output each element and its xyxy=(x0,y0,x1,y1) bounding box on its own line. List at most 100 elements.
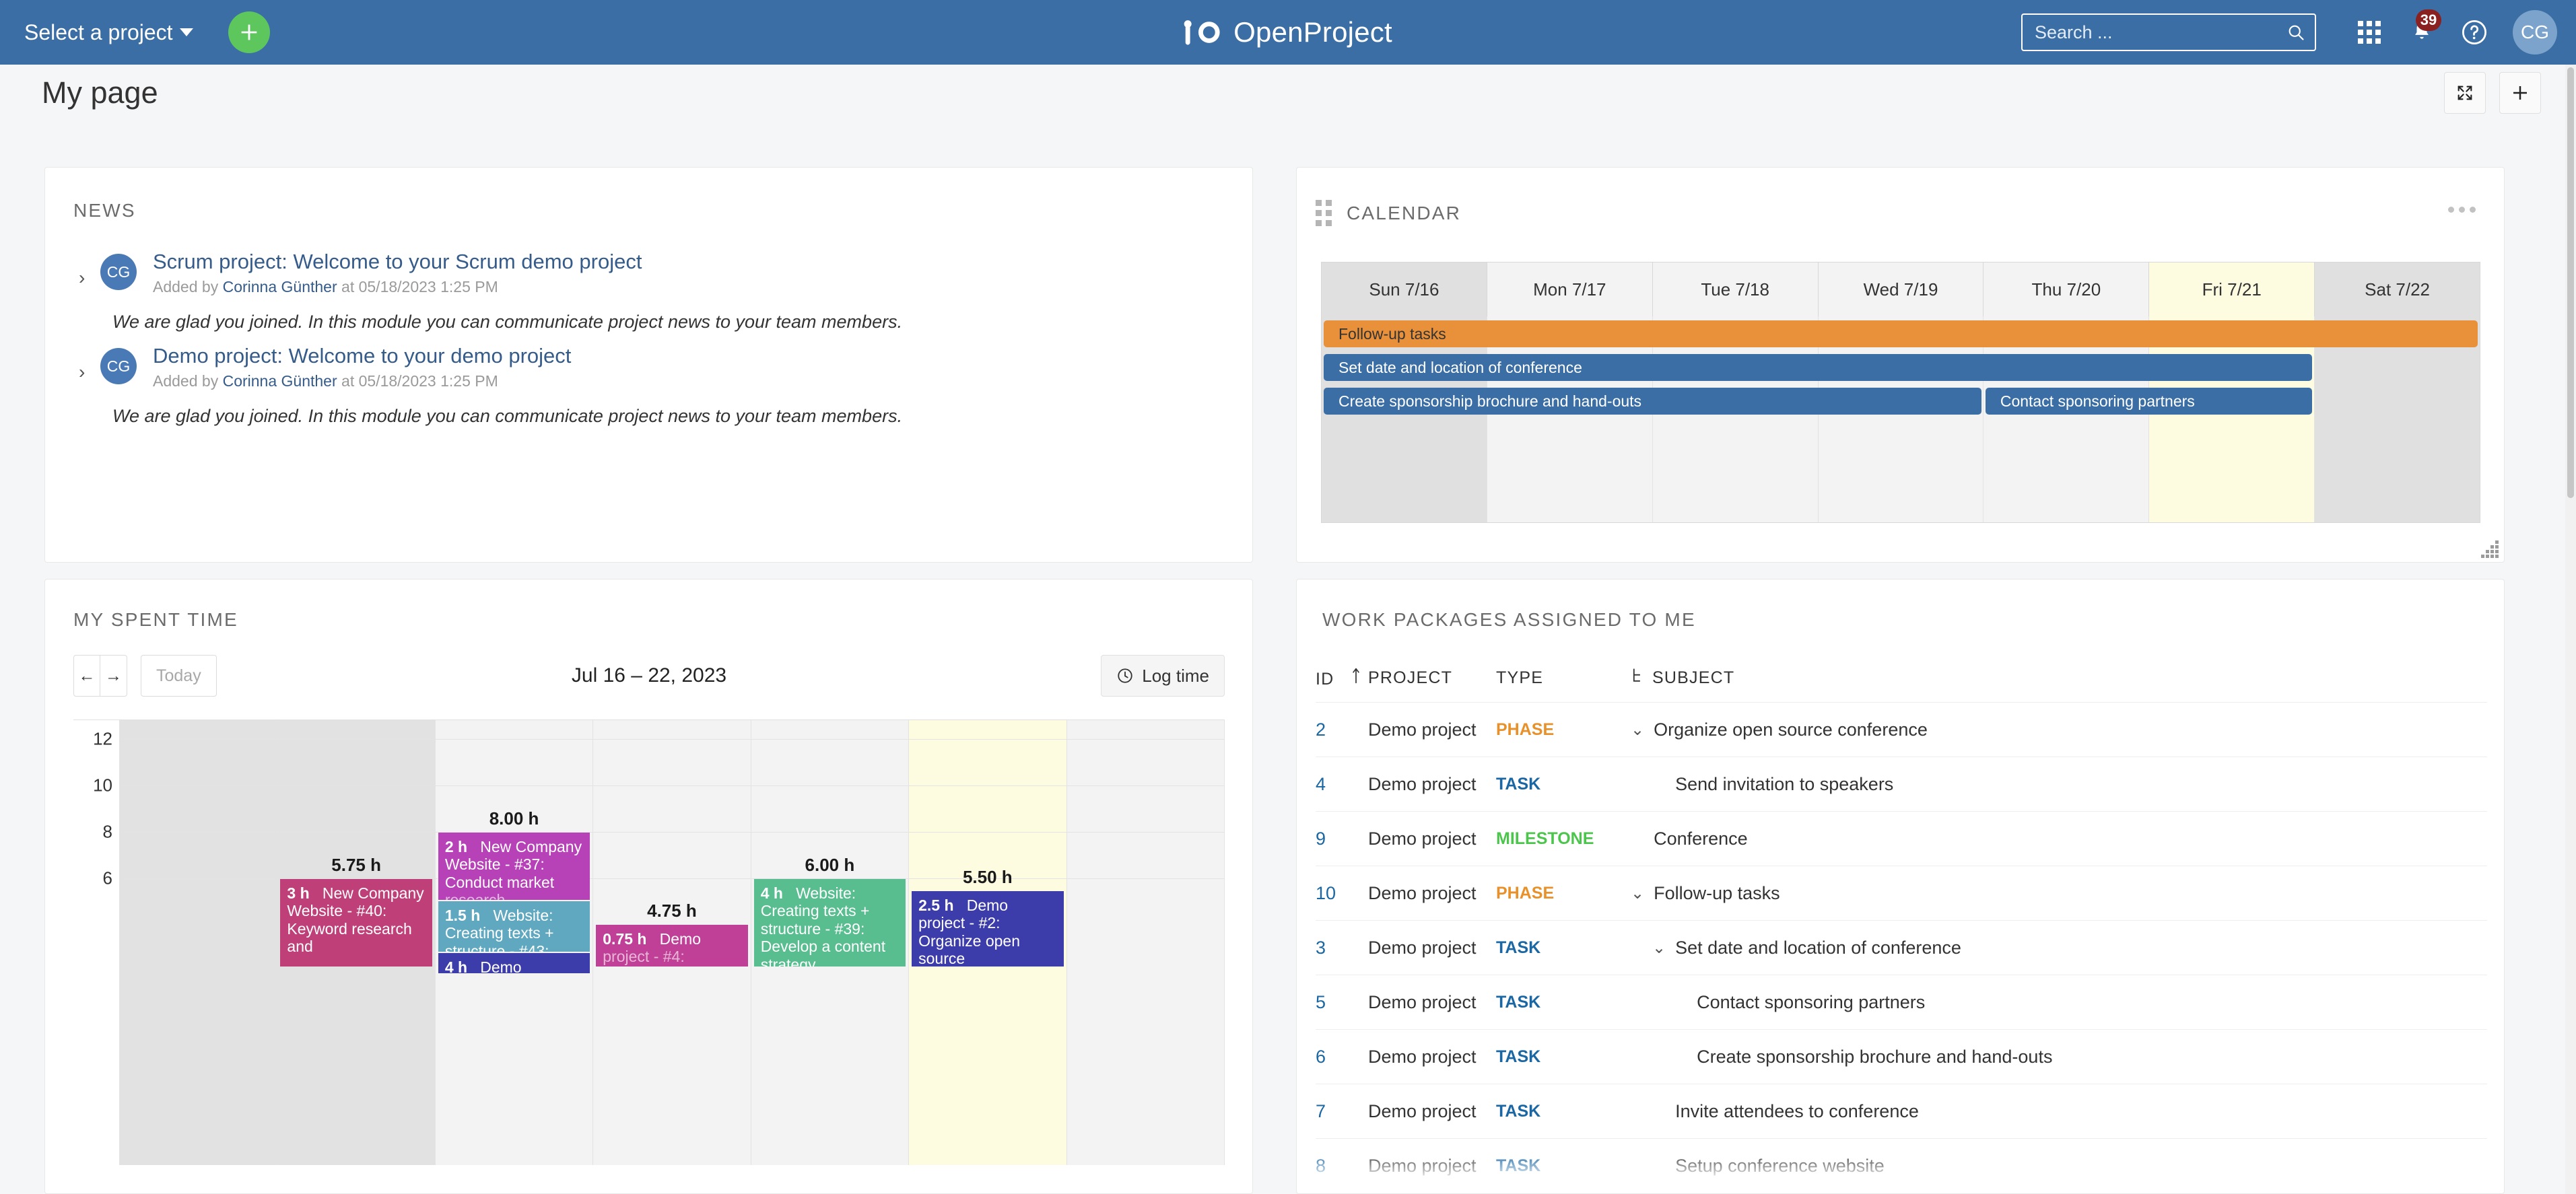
help-button[interactable] xyxy=(2448,0,2501,65)
modules-button[interactable] xyxy=(2343,0,2396,65)
cell-project: Demo project xyxy=(1368,991,1477,1012)
spent-time-day-column[interactable] xyxy=(1066,720,1225,1165)
log-time-button[interactable]: Log time xyxy=(1101,655,1225,697)
time-entry-subject: Demo xyxy=(480,958,522,973)
spent-time-day-column[interactable]: 5.75 h 3 h New Company Website - #40: Key… xyxy=(277,720,436,1165)
table-row[interactable]: 9 Demo project MILESTONE ⌄Conference xyxy=(1316,811,2487,866)
grid-line xyxy=(435,785,593,786)
cell-id: 4 xyxy=(1316,774,1368,795)
work-package-id-link[interactable]: 4 xyxy=(1316,774,1326,794)
time-entry[interactable]: 2.5 h Demo project - #2: Organize open s… xyxy=(912,891,1064,967)
spent-time-day-column[interactable] xyxy=(120,720,278,1165)
work-package-subject[interactable]: Set date and location of conference xyxy=(1675,938,1961,958)
column-header-subject[interactable]: SUBJECT xyxy=(1631,667,2487,689)
calendar-widget-title: CALENDAR xyxy=(1347,202,1462,223)
news-item-meta: Added by Corinna Günther at 05/18/2023 1… xyxy=(153,372,498,390)
time-entry[interactable]: 4 h Demo xyxy=(438,953,590,973)
grid-line xyxy=(593,878,751,879)
today-button[interactable]: Today xyxy=(141,655,217,697)
spent-time-day-column[interactable]: 4.75 h 0.75 h Demo project - #4: xyxy=(593,720,751,1165)
widget-resize-handle[interactable] xyxy=(2481,540,2499,558)
news-author-link[interactable]: Corinna Günther xyxy=(223,372,337,390)
news-author-link[interactable]: Corinna Günther xyxy=(223,278,337,295)
expand-chevron-icon[interactable]: › xyxy=(79,361,85,383)
time-entry[interactable]: 3 h New Company Website - #40: Keyword r… xyxy=(280,879,432,967)
table-row[interactable]: 6 Demo project TASK ⌄Create sponsorship bro… xyxy=(1316,1029,2487,1084)
calendar-widget: CALENDAR Sun 7/16 Mon 7/17 Tue 7/18 Wed 7/1… xyxy=(1296,167,2505,563)
top-navigation-bar: Select a project OpenProject Search ... … xyxy=(0,0,2576,65)
add-widget-button[interactable] xyxy=(2499,72,2541,114)
page-scrollbar[interactable] xyxy=(2565,65,2576,1194)
cell-type: TASK xyxy=(1496,1047,1541,1066)
work-package-subject[interactable]: Invite attendees to conference xyxy=(1675,1101,1919,1122)
collapse-chevron-icon[interactable]: ⌄ xyxy=(1652,938,1666,958)
table-row[interactable]: 3 Demo project TASK ⌄ Set date and location … xyxy=(1316,920,2487,975)
work-package-id-link[interactable]: 6 xyxy=(1316,1047,1326,1067)
work-package-subject[interactable]: Setup conference website xyxy=(1675,1156,1885,1177)
cell-id: 10 xyxy=(1316,883,1368,904)
cell-id: 9 xyxy=(1316,829,1368,849)
time-entry[interactable]: 1.5 h Website: Creating texts + structur… xyxy=(438,901,590,952)
project-select-dropdown[interactable]: Select a project xyxy=(24,20,193,45)
spent-time-day-column[interactable]: 8.00 h 2 h New Company Website - #37: Con… xyxy=(435,720,594,1165)
spent-time-day-column[interactable]: 5.50 h 2.5 h Demo project - #2: Organize … xyxy=(909,720,1067,1165)
table-row[interactable]: 5 Demo project TASK ⌄Contact sponsoring par… xyxy=(1316,975,2487,1029)
work-package-id-link[interactable]: 8 xyxy=(1316,1156,1326,1176)
collapse-chevron-icon[interactable]: ⌄ xyxy=(1631,884,1644,903)
column-header-project[interactable]: PROJECT xyxy=(1368,668,1496,688)
search-input[interactable] xyxy=(2035,22,2286,43)
next-week-button[interactable]: → xyxy=(100,655,127,697)
spent-time-day-column[interactable]: 6.00 h 4 h Website: Creating texts + stru… xyxy=(751,720,910,1165)
news-item-title[interactable]: Scrum project: Welcome to your Scrum dem… xyxy=(153,250,642,274)
spent-time-day-total: 5.50 h xyxy=(962,867,1013,887)
work-package-subject[interactable]: Organize open source conference xyxy=(1654,719,1928,740)
work-package-subject[interactable]: Create sponsorship brochure and hand-out… xyxy=(1697,1047,2052,1067)
column-header-id[interactable]: ID xyxy=(1316,667,1368,689)
table-row[interactable]: 7 Demo project TASK ⌄Invite attendees to co… xyxy=(1316,1084,2487,1138)
cell-id: 5 xyxy=(1316,992,1368,1013)
work-package-id-link[interactable]: 3 xyxy=(1316,938,1326,958)
work-package-subject[interactable]: Send invitation to speakers xyxy=(1675,774,1893,795)
scrollbar-thumb[interactable] xyxy=(2567,67,2574,498)
calendar-day-headers: Sun 7/16 Mon 7/17 Tue 7/18 Wed 7/19 Thu 7/20… xyxy=(1322,262,2480,316)
global-search[interactable] xyxy=(2021,13,2316,51)
work-package-id-link[interactable]: 7 xyxy=(1316,1101,1326,1121)
grid-line xyxy=(120,832,277,833)
calendar-event[interactable]: Follow-up tasks xyxy=(1324,320,2478,347)
table-row[interactable]: 2 Demo project PHASE ⌄ Organize open source … xyxy=(1316,702,2487,757)
time-entry[interactable]: 2 h New Company Website - #37: Conduct m… xyxy=(438,833,590,900)
news-item-title[interactable]: Demo project: Welcome to your demo proje… xyxy=(153,344,571,368)
grid-line xyxy=(1066,739,1224,740)
expand-chevron-icon[interactable]: › xyxy=(79,267,85,289)
work-package-subject[interactable]: Conference xyxy=(1654,829,1748,849)
work-package-id-link[interactable]: 2 xyxy=(1316,719,1326,740)
column-header-id-label: ID xyxy=(1316,669,1334,689)
notifications-button[interactable]: 39 xyxy=(2396,0,2448,65)
spent-time-day-total: 8.00 h xyxy=(489,808,539,829)
work-package-id-link[interactable]: 5 xyxy=(1316,992,1326,1012)
fullscreen-button[interactable] xyxy=(2444,72,2486,114)
work-package-subject[interactable]: Follow-up tasks xyxy=(1654,883,1780,904)
table-row[interactable]: 8 Demo project TASK ⌄Setup conference websi… xyxy=(1316,1138,2487,1193)
work-package-id-link[interactable]: 10 xyxy=(1316,883,1336,903)
calendar-event[interactable]: Create sponsorship brochure and hand-out… xyxy=(1324,388,1981,415)
work-package-subject[interactable]: Contact sponsoring partners xyxy=(1697,992,1925,1013)
brand-logo-group[interactable]: OpenProject xyxy=(1184,16,1392,48)
time-entry[interactable]: 0.75 h Demo project - #4: xyxy=(596,925,748,967)
column-header-type[interactable]: TYPE xyxy=(1496,668,1631,688)
collapse-chevron-icon[interactable]: ⌄ xyxy=(1631,720,1644,740)
calendar-day-header: Thu 7/20 xyxy=(1984,262,2150,316)
table-row[interactable]: 10 Demo project PHASE ⌄ Follow-up tasks xyxy=(1316,866,2487,920)
user-avatar[interactable]: CG xyxy=(2513,10,2557,55)
table-row[interactable]: 4 Demo project TASK ⌄Send invitation to spe… xyxy=(1316,757,2487,811)
work-package-id-link[interactable]: 9 xyxy=(1316,829,1326,849)
calendar-event[interactable]: Set date and location of conference xyxy=(1324,354,2313,381)
global-add-button[interactable] xyxy=(228,11,270,53)
drag-handle-icon[interactable] xyxy=(1316,200,1332,226)
grid-line xyxy=(1066,878,1224,879)
time-entry[interactable]: 4 h Website: Creating texts + structure … xyxy=(753,879,906,967)
previous-week-button[interactable]: ← xyxy=(73,655,100,697)
calendar-widget-menu-button[interactable] xyxy=(2448,207,2476,213)
calendar-event[interactable]: Contact sponsoring partners xyxy=(1985,388,2313,415)
cell-type: MILESTONE xyxy=(1496,829,1594,848)
